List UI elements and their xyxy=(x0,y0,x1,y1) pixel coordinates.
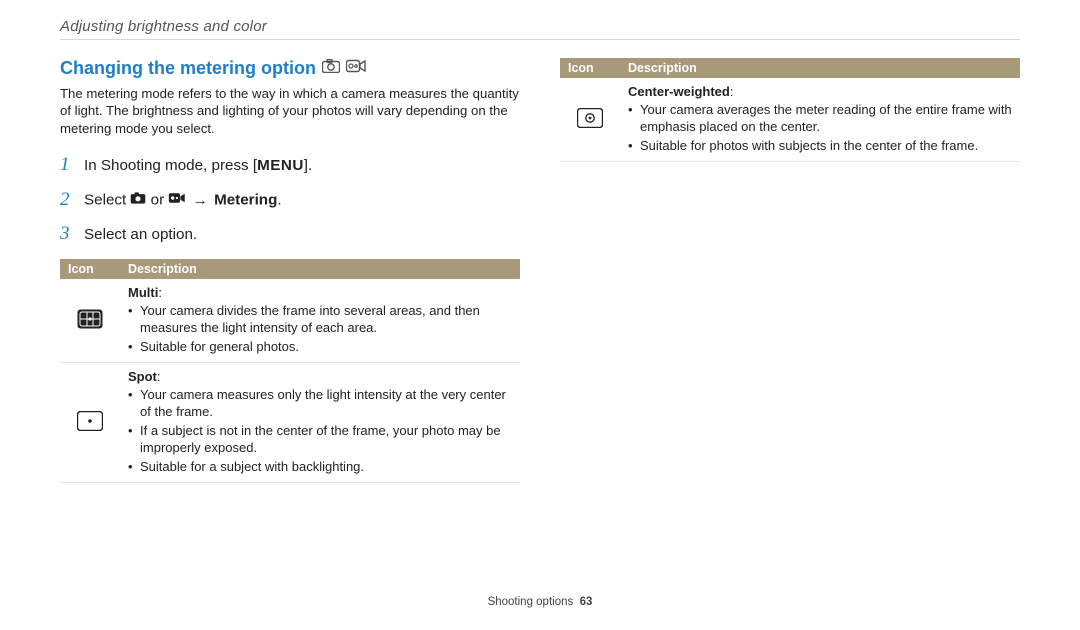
row-title: Center-weighted xyxy=(628,84,730,99)
row-title: Spot xyxy=(128,369,157,384)
step-2-mid: or xyxy=(151,192,169,209)
metering-label: Metering xyxy=(214,192,277,209)
step-3-text: Select an option. xyxy=(84,224,197,247)
page-footer: Shooting options 63 xyxy=(0,596,1080,608)
row-title: Multi xyxy=(128,285,158,300)
step-number: 3 xyxy=(60,220,74,249)
center-weighted-metering-icon xyxy=(577,116,603,131)
arrow-icon: → xyxy=(191,190,210,213)
step-2-post: . xyxy=(277,192,281,209)
table-row: Spot: Your camera measures only the ligh… xyxy=(60,362,520,482)
table-header-icon: Icon xyxy=(60,259,120,279)
step-2-pre: Select xyxy=(84,192,130,209)
table-row: Center-weighted: Your camera averages th… xyxy=(560,78,1020,162)
multi-metering-icon xyxy=(77,317,103,332)
breadcrumb: Adjusting brightness and color xyxy=(60,18,1020,35)
divider xyxy=(60,39,1020,40)
camera-mode-icon xyxy=(322,59,340,78)
left-column: Changing the metering option The meterin… xyxy=(60,58,520,483)
table-header-icon: Icon xyxy=(560,58,620,78)
step-3: 3 Select an option. xyxy=(60,220,520,249)
spot-metering-icon xyxy=(77,419,103,434)
step-1: 1 In Shooting mode, press [MENU]. xyxy=(60,151,520,180)
bullet: Your camera averages the meter reading o… xyxy=(628,101,1012,136)
step-1-post: ]. xyxy=(304,157,312,174)
step-number: 2 xyxy=(60,186,74,215)
bullet: Your camera measures only the light inte… xyxy=(128,386,512,421)
bullet: Your camera divides the frame into sever… xyxy=(128,302,512,337)
table-row: Multi: Your camera divides the frame int… xyxy=(60,279,520,363)
footer-section: Shooting options xyxy=(488,596,574,608)
bullet: Suitable for general photos. xyxy=(128,338,512,355)
table-header-description: Description xyxy=(620,58,1020,78)
row-title-suffix: : xyxy=(730,84,734,99)
row-title-suffix: : xyxy=(158,285,162,300)
metering-table-right: Icon Description Center-weighted: xyxy=(560,58,1020,162)
step-1-pre: In Shooting mode, press [ xyxy=(84,157,257,174)
camera-mode-icon xyxy=(130,189,146,212)
bullet: If a subject is not in the center of the… xyxy=(128,422,512,457)
video-mode-icon xyxy=(346,59,366,78)
steps-list: 1 In Shooting mode, press [MENU]. 2 Sele… xyxy=(60,151,520,249)
table-header-description: Description xyxy=(120,259,520,279)
right-column: Icon Description Center-weighted: xyxy=(560,58,1020,483)
bullet: Suitable for photos with subjects in the… xyxy=(628,137,1012,154)
metering-table-left: Icon Description Multi: xyxy=(60,259,520,483)
footer-page-number: 63 xyxy=(580,596,593,608)
step-2: 2 Select or → Metering. xyxy=(60,186,520,215)
bullet: Suitable for a subject with backlighting… xyxy=(128,458,512,475)
video-mode-icon xyxy=(168,189,186,212)
row-title-suffix: : xyxy=(157,369,161,384)
section-heading: Changing the metering option xyxy=(60,58,316,79)
step-number: 1 xyxy=(60,151,74,180)
intro-paragraph: The metering mode refers to the way in w… xyxy=(60,85,520,137)
menu-key-label: MENU xyxy=(257,157,304,174)
